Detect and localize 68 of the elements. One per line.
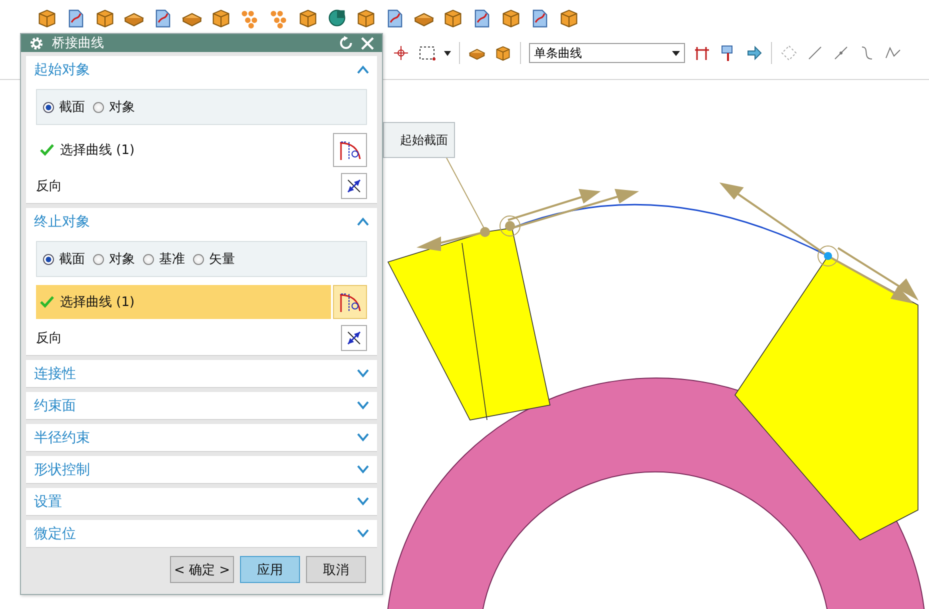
cube-icon[interactable]	[210, 7, 232, 29]
reverse-direction-button[interactable]	[341, 325, 367, 351]
cube-icon[interactable]	[94, 7, 116, 29]
reverse-icon	[345, 177, 363, 195]
radio-label: 截面	[59, 251, 85, 268]
expand-icon[interactable]	[357, 433, 369, 442]
check-icon	[40, 296, 54, 308]
select-curve-button[interactable]	[333, 133, 367, 167]
expand-icon[interactable]	[357, 529, 369, 538]
apply-button[interactable]: 应用	[240, 556, 300, 583]
radio-label: 截面	[59, 99, 85, 116]
expand-icon[interactable]	[357, 369, 369, 378]
radio-button[interactable]	[43, 102, 54, 112]
radio-button[interactable]	[143, 254, 154, 264]
section-header[interactable]: 设置	[26, 488, 377, 515]
close-icon[interactable]	[361, 36, 374, 50]
radio-label: 基准	[159, 251, 185, 268]
section-label: 起始截面	[383, 122, 455, 158]
reverse-icon	[345, 329, 363, 347]
reset-icon[interactable]	[339, 36, 353, 50]
arrow-icon[interactable]	[745, 44, 763, 62]
caret-icon[interactable]	[444, 50, 451, 56]
select-curve-row[interactable]: 选择曲线 (1)	[36, 285, 331, 319]
cube-icon[interactable]	[500, 7, 522, 29]
ok-button[interactable]: < 确定 >	[170, 556, 234, 583]
caret-icon	[672, 50, 680, 56]
cube-icon[interactable]	[36, 7, 58, 29]
section-header[interactable]: 起始对象	[26, 56, 377, 83]
select-curve-row[interactable]: 选择曲线 (1)	[36, 133, 331, 167]
collapse-icon[interactable]	[357, 65, 369, 74]
expand-icon[interactable]	[357, 401, 369, 410]
reverse-direction-button[interactable]	[341, 173, 367, 199]
section-header[interactable]: 约束面	[26, 392, 377, 419]
section-header[interactable]: 形状控制	[26, 456, 377, 483]
line-icon[interactable]	[806, 44, 824, 62]
select-curve-button[interactable]	[333, 285, 367, 319]
curve-rule-dropdown[interactable]: 单条曲线	[529, 43, 685, 63]
dots-icon[interactable]	[780, 44, 798, 62]
check-icon	[40, 144, 54, 156]
cube-icon[interactable]	[355, 7, 377, 29]
radio-button[interactable]	[93, 254, 104, 264]
point-icon[interactable]	[392, 44, 410, 62]
dialog-title: 桥接曲线	[52, 35, 105, 52]
cancel-button[interactable]: 取消	[306, 556, 366, 583]
radio-button[interactable]	[93, 102, 104, 112]
section-header[interactable]: 连接性	[26, 360, 377, 387]
section-header[interactable]: 终止对象	[26, 208, 377, 235]
expand-icon[interactable]	[357, 465, 369, 474]
cube-icon[interactable]	[494, 44, 512, 62]
reverse-label: 反向	[36, 178, 62, 195]
expand-icon[interactable]	[357, 497, 369, 506]
collapse-icon[interactable]	[357, 217, 369, 226]
settings-icon[interactable]	[29, 36, 44, 50]
radio-button[interactable]	[43, 254, 54, 264]
radio-button[interactable]	[193, 254, 204, 264]
select-rect-icon[interactable]	[418, 44, 436, 62]
radio-label: 矢量	[209, 251, 235, 268]
cube-icon[interactable]	[442, 7, 464, 29]
cube-icon[interactable]	[558, 7, 580, 29]
section-header[interactable]: 半径约束	[26, 424, 377, 451]
radio-label: 对象	[109, 99, 135, 116]
section-header[interactable]: 微定位	[26, 520, 377, 547]
ball-icon[interactable]	[326, 7, 348, 29]
reverse-label: 反向	[36, 330, 62, 347]
radio-label: 对象	[109, 251, 135, 268]
bracket-icon[interactable]	[693, 44, 711, 62]
cube-icon[interactable]	[297, 7, 319, 29]
line-icon[interactable]	[832, 44, 850, 62]
